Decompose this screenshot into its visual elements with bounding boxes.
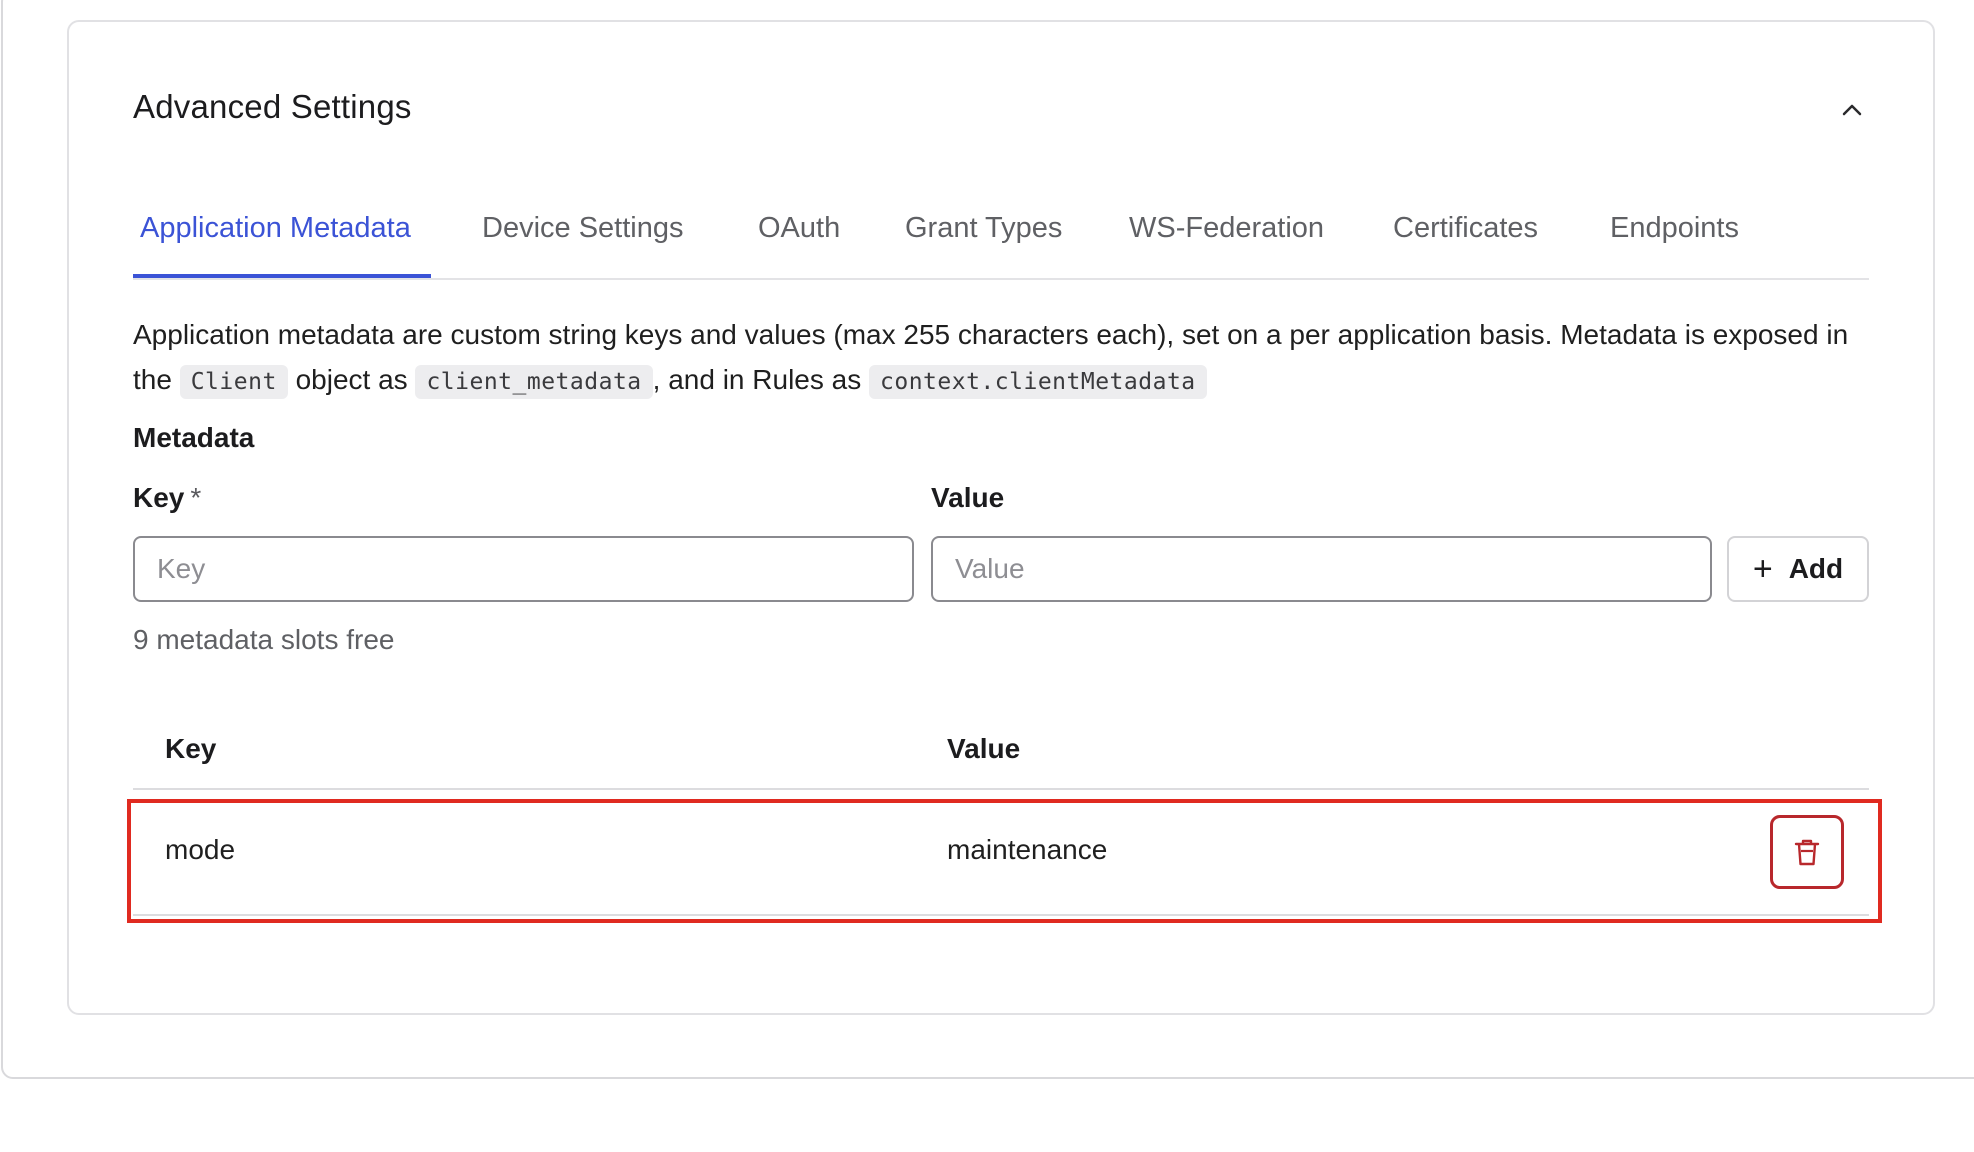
metadata-heading: Metadata [133,422,255,453]
tab-certificates[interactable]: Certificates [1393,212,1538,245]
chevron-up-icon [1842,104,1862,116]
code-client: Client [179,365,288,399]
add-button-label: Add [1788,553,1844,584]
slots-free-text: 9 metadata slots free [133,624,395,655]
metadata-description: Application metadata are custom string k… [133,312,1893,405]
key-label-text: Key [133,482,185,513]
tab-endpoints[interactable]: Endpoints [1610,212,1739,245]
tab-application-metadata[interactable]: Application Metadata [140,212,411,245]
tab-oauth[interactable]: OAuth [758,212,840,245]
column-header-key: Key [165,733,217,764]
tab-grant-types[interactable]: Grant Types [905,212,1062,245]
tab-device-settings[interactable]: Device Settings [482,212,684,245]
collapse-button[interactable] [1832,90,1872,130]
tab-ws-federation[interactable]: WS-Federation [1129,212,1324,245]
settings-tabs: Application Metadata Device Settings OAu… [133,200,1869,280]
required-mark: * [190,482,202,513]
description-text: , and in Rules as [652,364,869,395]
key-field-label: Key * [133,482,201,514]
value-field-label: Value [931,482,1005,513]
add-button[interactable]: + Add [1727,536,1869,602]
code-client-metadata: client_metadata [415,365,653,399]
delete-row-button[interactable] [1770,815,1844,889]
code-context-client-metadata: context.clientMetadata [869,365,1207,399]
column-header-value: Value [947,733,1021,764]
description-text: object as [287,364,416,395]
row-value-cell: maintenance [947,834,1108,865]
value-input[interactable] [931,536,1712,602]
row-key-cell: mode [165,834,236,865]
section-title: Advanced Settings [133,88,412,125]
key-input[interactable] [133,536,914,602]
active-tab-indicator [133,274,431,278]
plus-icon: + [1752,550,1773,588]
trash-icon [1794,839,1820,866]
table-row: mode maintenance [133,790,1869,916]
metadata-table-header: Key Value [133,726,1869,790]
